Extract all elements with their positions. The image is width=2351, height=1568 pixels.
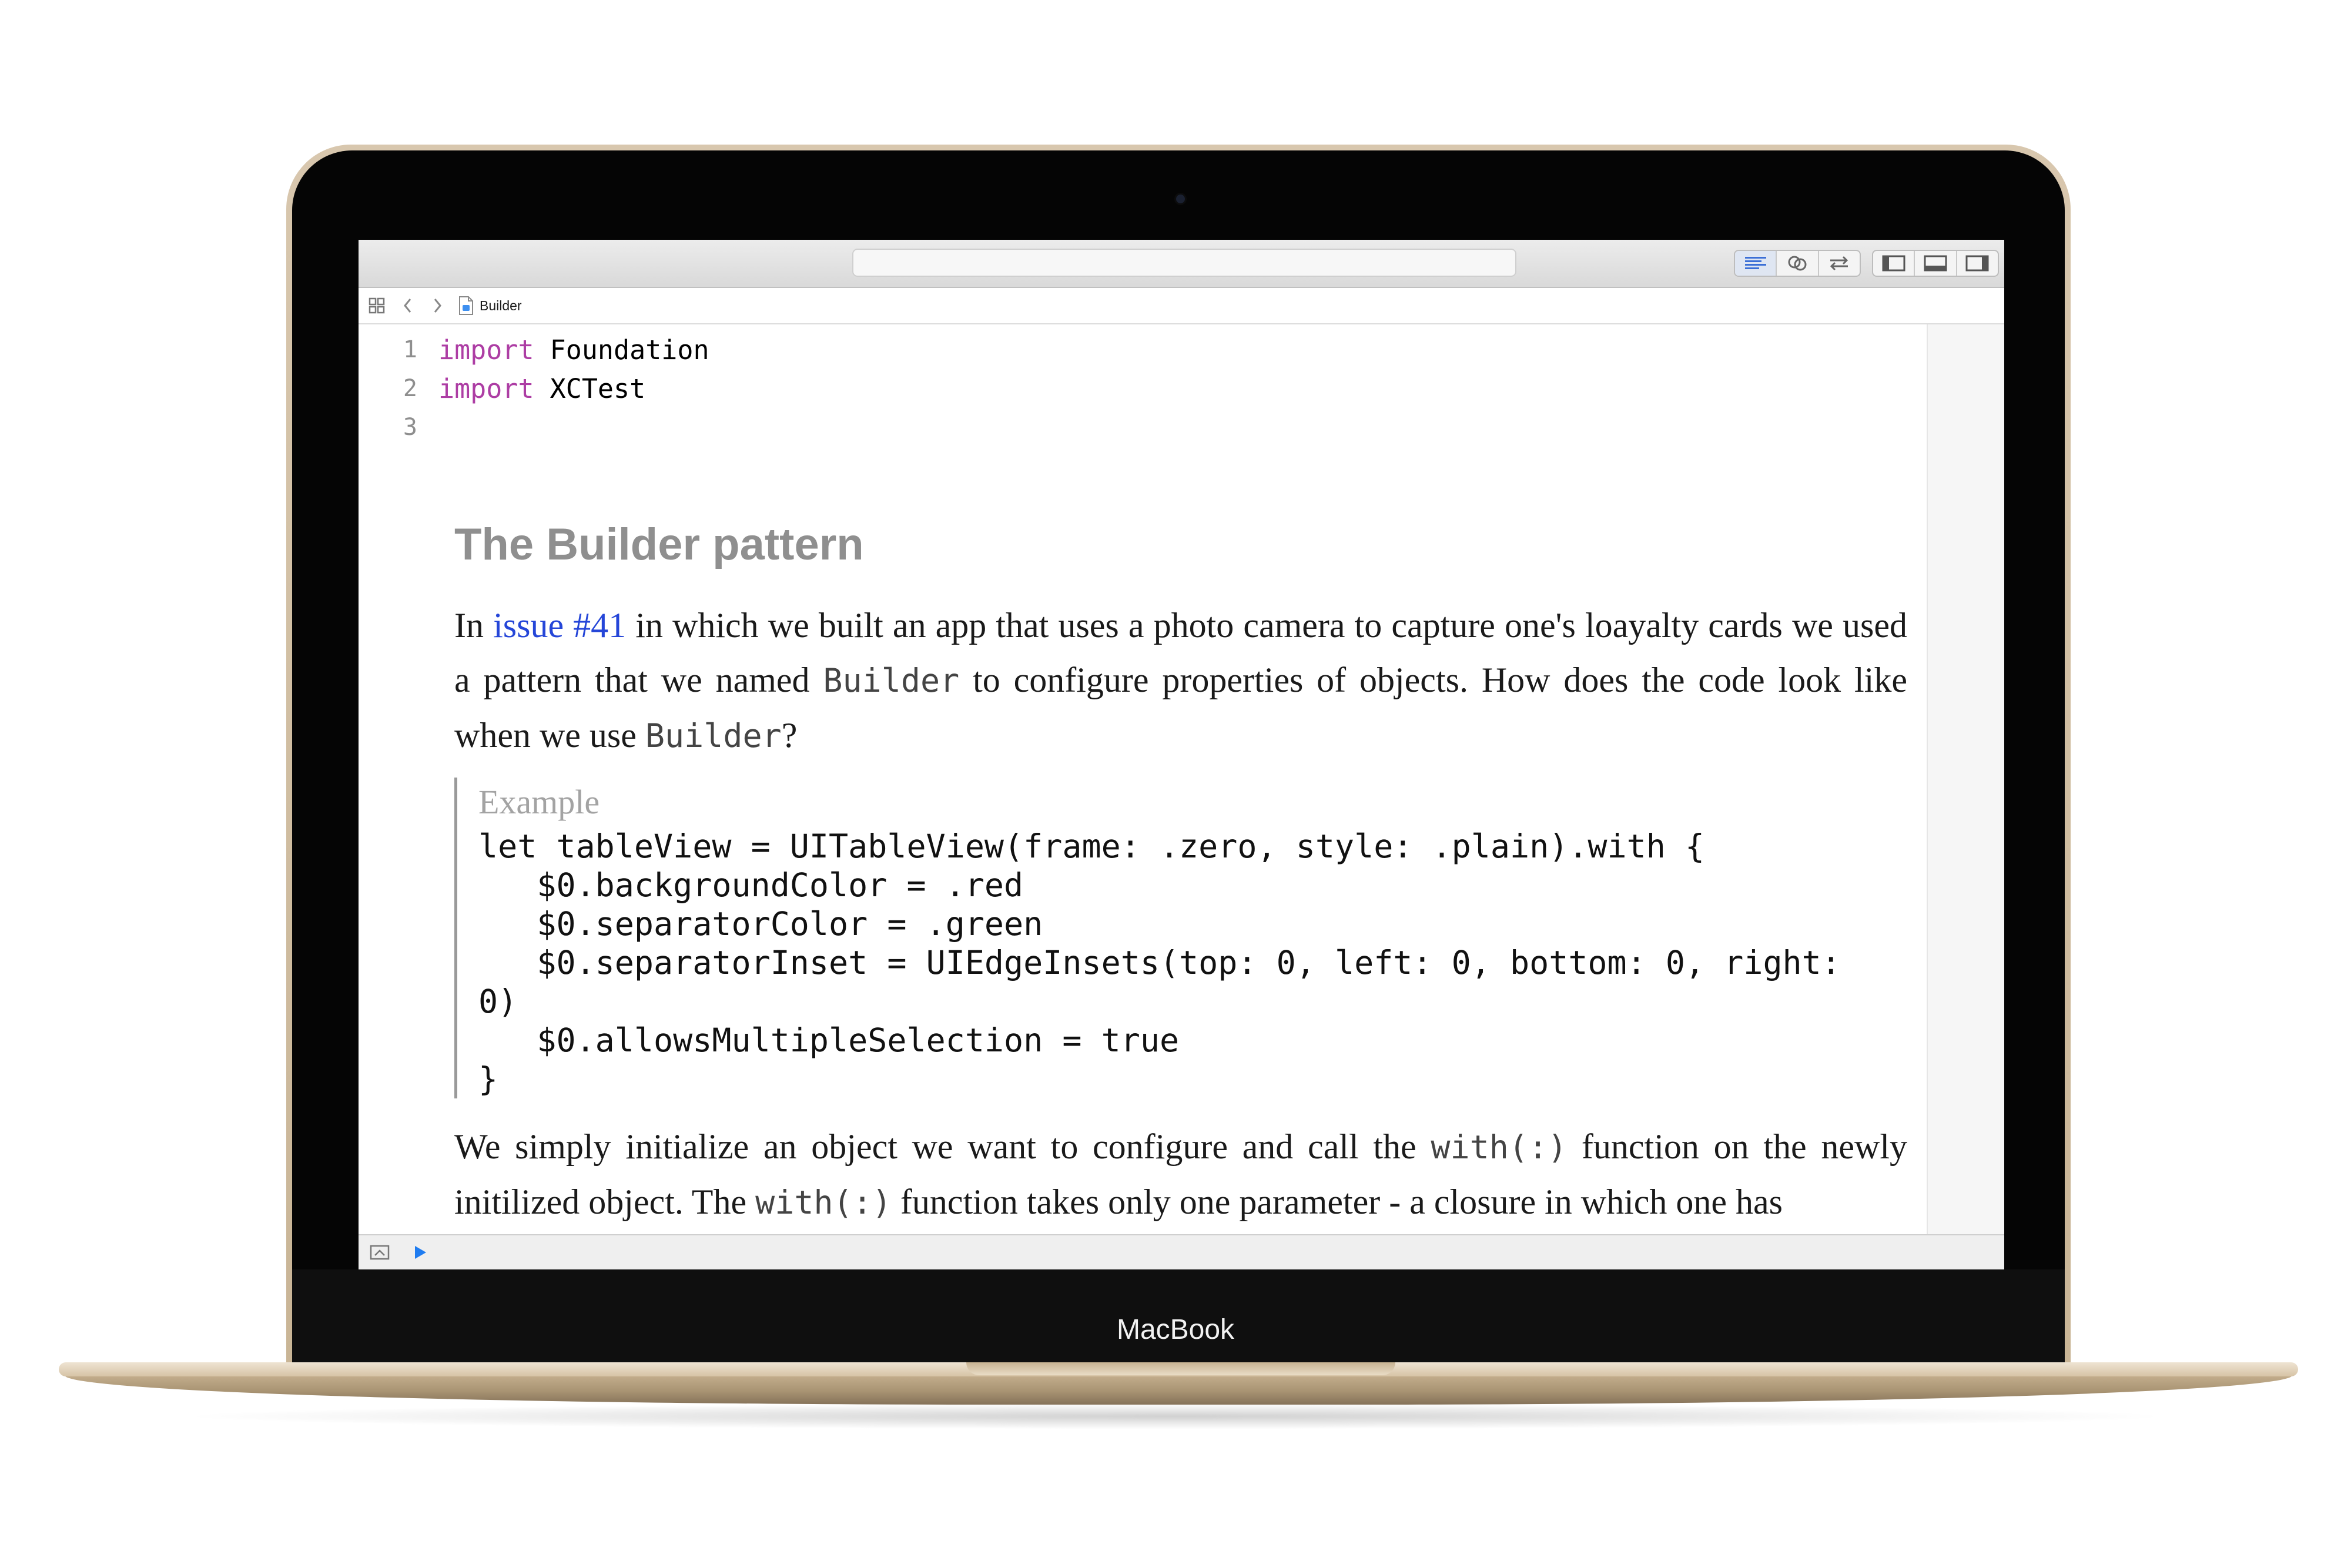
assistant-editor-button[interactable]	[1777, 251, 1819, 276]
laptop-base-lower	[65, 1375, 2292, 1405]
issue-link[interactable]: issue #41	[493, 606, 626, 645]
code-line[interactable]: 3	[359, 408, 438, 447]
inline-code: Builder	[645, 717, 782, 755]
example-code: let tableView = UITableView(frame: .zero…	[478, 827, 1841, 1098]
chevron-left-icon	[404, 299, 411, 313]
forward-button[interactable]	[429, 296, 446, 315]
play-icon	[415, 1246, 426, 1259]
text-run: We simply initialize an object we want t…	[454, 1127, 1431, 1166]
editor-mode-control	[1734, 250, 1861, 277]
explanation-paragraph: We simply initialize an object we want t…	[454, 1120, 1907, 1230]
doc-title: The Builder pattern	[454, 520, 864, 569]
line-number: 2	[403, 375, 417, 402]
code-line[interactable]: 1 import Foundation	[359, 330, 709, 369]
view-toggle-control	[1872, 250, 1999, 277]
results-sidebar	[1927, 324, 2004, 1234]
module-name: Foundation	[550, 334, 709, 366]
version-editor-button[interactable]	[1819, 251, 1860, 276]
lid-opening-notch	[966, 1362, 1395, 1375]
product-mockup: MacBook Builder 1 import Foundation 2 im…	[0, 0, 2351, 1568]
debug-bar	[359, 1234, 2004, 1269]
chevron-right-icon	[434, 299, 441, 313]
standard-editor-icon	[1744, 257, 1766, 269]
line-number: 1	[403, 336, 417, 363]
inline-code: with(:)	[755, 1184, 892, 1221]
debug-area-icon	[370, 1245, 390, 1260]
run-button[interactable]	[410, 1242, 430, 1262]
line-number: 3	[403, 414, 417, 441]
assistant-editor-icon	[1788, 256, 1807, 271]
example-block: Example let tableView = UITableView(fram…	[454, 778, 1888, 1098]
utilities-toggle-button[interactable]	[1957, 251, 1998, 276]
inline-code: with(:)	[1431, 1128, 1568, 1166]
keyword: import	[438, 373, 534, 404]
show-debug-area-button[interactable]	[368, 1242, 391, 1262]
debug-area-toggle-button[interactable]	[1915, 251, 1957, 276]
standard-editor-button[interactable]	[1735, 251, 1777, 276]
brand-label: MacBook	[1116, 1314, 1235, 1345]
grid-icon	[369, 297, 385, 314]
jump-bar-file[interactable]: Builder	[458, 294, 522, 317]
keyword: import	[438, 334, 534, 366]
jump-bar: Builder	[359, 288, 2004, 324]
text-run: function takes only one parameter - a cl…	[891, 1182, 1783, 1221]
playground-file-icon	[459, 296, 473, 315]
window-toolbar	[359, 240, 2004, 288]
laptop-shadow	[176, 1403, 2175, 1429]
xcode-window: Builder 1 import Foundation 2 import XCTes…	[359, 240, 2004, 1269]
left-panel-icon	[1882, 255, 1905, 272]
code-editor[interactable]: 1 import Foundation 2 import XCTest 3 The …	[359, 324, 1927, 1234]
code-line[interactable]: 2 import XCTest	[359, 369, 645, 408]
related-items-button[interactable]	[367, 296, 387, 315]
text-run: ?	[781, 716, 798, 755]
text-run: In	[454, 606, 494, 645]
right-panel-icon	[1965, 255, 1989, 272]
rendered-markup: The Builder pattern In issue #41 in whic…	[454, 512, 1907, 1230]
module-name: XCTest	[550, 373, 646, 404]
bottom-panel-icon	[1924, 255, 1947, 272]
navigator-toggle-button[interactable]	[1873, 251, 1915, 276]
inline-code: Builder	[823, 662, 960, 699]
activity-view[interactable]	[852, 249, 1516, 277]
jump-bar-file-label: Builder	[480, 297, 522, 313]
version-editor-icon	[1830, 256, 1848, 271]
camera-icon	[1176, 195, 1185, 203]
example-label: Example	[478, 783, 600, 821]
back-button[interactable]	[400, 296, 416, 315]
intro-paragraph: In issue #41 in which we built an app th…	[454, 598, 1907, 763]
